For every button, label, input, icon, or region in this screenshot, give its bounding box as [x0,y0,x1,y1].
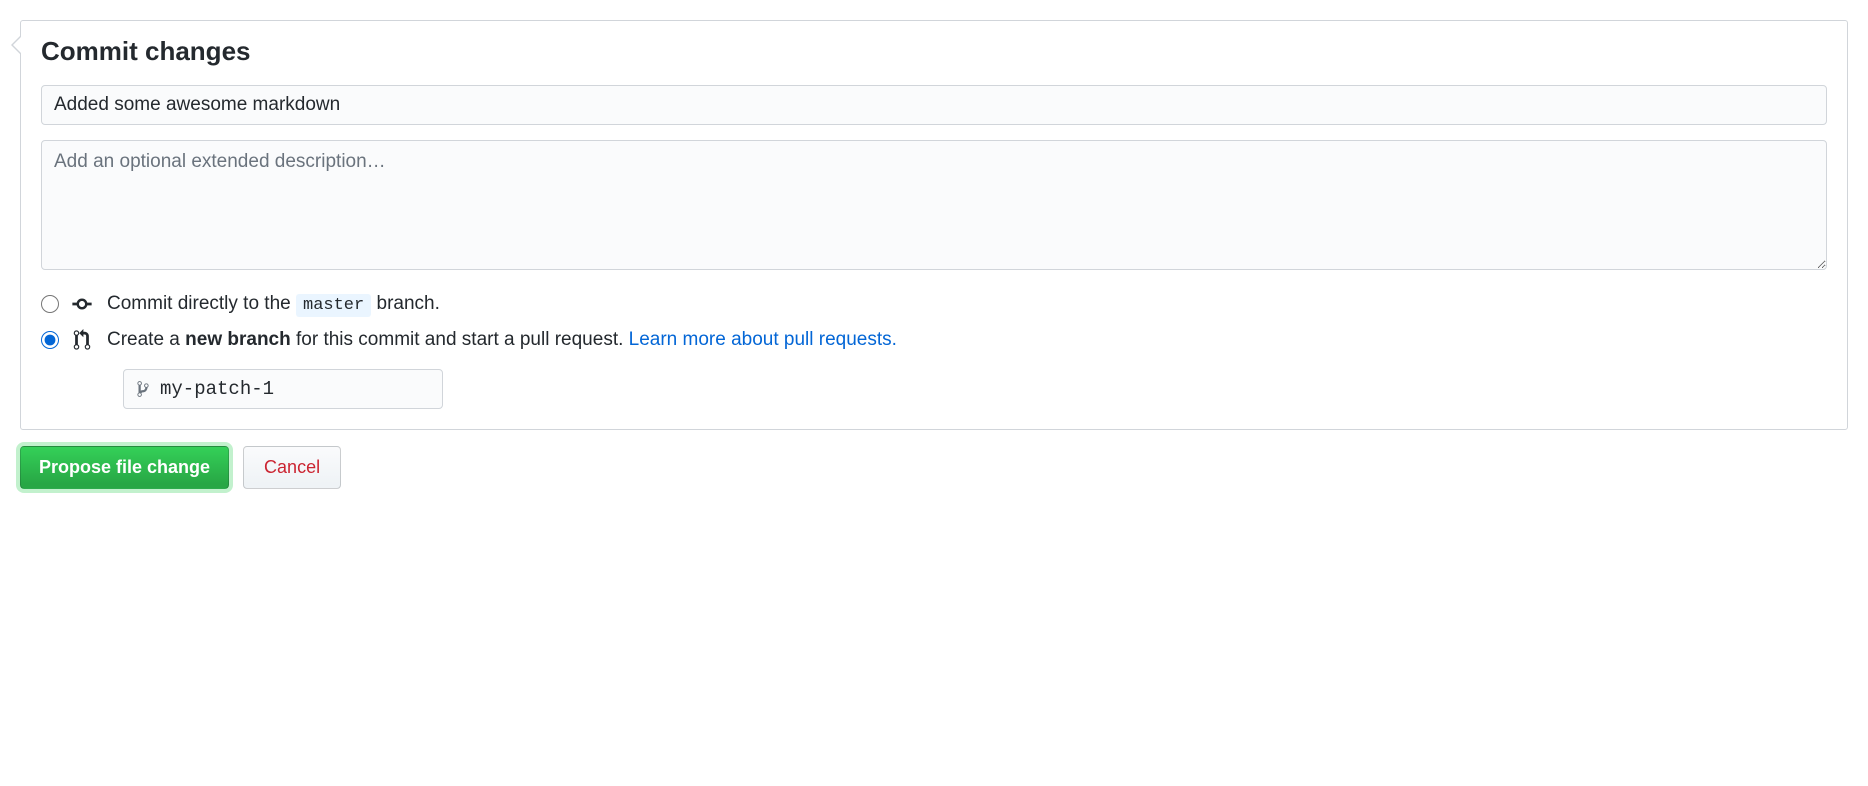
commit-newbranch-bold: new branch [185,329,291,350]
commit-description-textarea[interactable] [41,140,1827,270]
commit-newbranch-prefix: Create a [107,329,185,350]
commit-changes-panel: Commit changes Commit directly to the ma… [20,20,1848,430]
commit-actions: Propose file change Cancel [20,446,1848,489]
commit-direct-suffix: branch. [371,293,440,314]
cancel-button[interactable]: Cancel [243,446,341,489]
branch-pill: master [296,294,371,317]
commit-direct-option: Commit directly to the master branch. [41,293,1827,315]
panel-heading: Commit changes [41,36,1827,67]
branch-name-input[interactable] [123,369,443,409]
git-commit-icon [71,293,93,315]
git-branch-icon [135,380,151,398]
commit-direct-prefix: Commit directly to the [107,293,296,314]
learn-more-link[interactable]: Learn more about pull requests. [629,329,897,350]
commit-newbranch-radio[interactable] [41,331,59,349]
commit-direct-label[interactable]: Commit directly to the master branch. [41,293,1827,315]
git-pull-request-icon [71,329,93,351]
propose-file-change-button[interactable]: Propose file change [20,446,229,489]
commit-newbranch-text: Create a new branch for this commit and … [107,329,897,351]
commit-summary-input[interactable] [41,85,1827,125]
commit-newbranch-suffix: for this commit and start a pull request… [291,329,629,350]
commit-direct-text: Commit directly to the master branch. [107,293,440,315]
commit-newbranch-option: Create a new branch for this commit and … [41,329,1827,351]
commit-newbranch-label[interactable]: Create a new branch for this commit and … [41,329,1827,351]
commit-direct-radio[interactable] [41,295,59,313]
branch-name-field-wrap [123,369,443,409]
